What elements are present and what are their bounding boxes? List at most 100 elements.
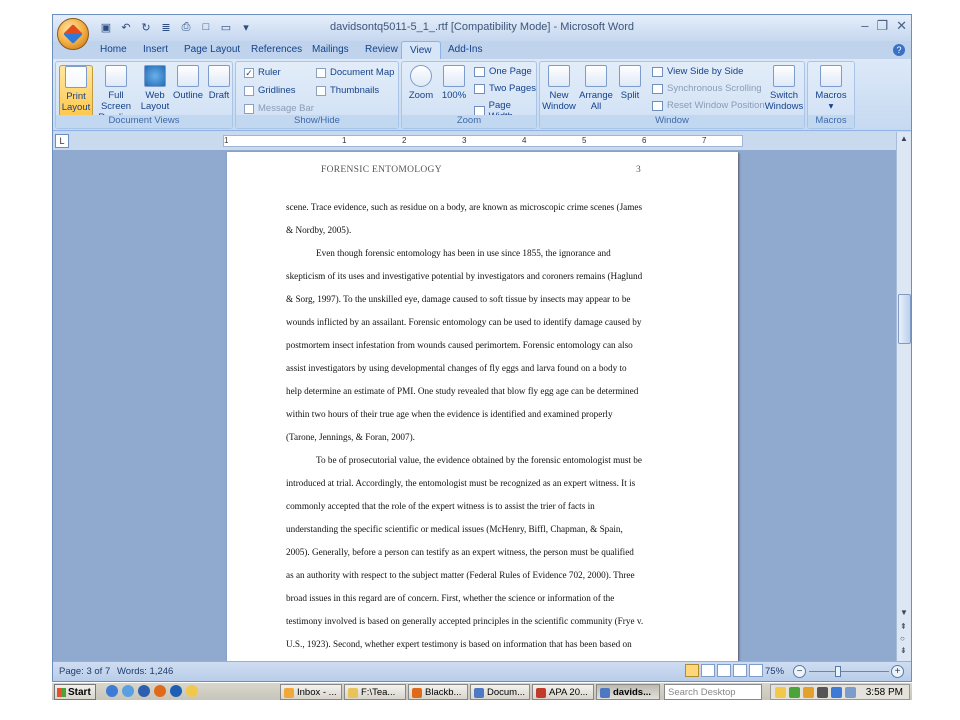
outline-view-icon[interactable]	[733, 664, 747, 677]
tab-selector-button[interactable]: L	[55, 134, 69, 148]
document-line: understanding the specific scientific or…	[286, 524, 623, 534]
pdf-icon	[536, 688, 546, 698]
tray-icon[interactable]	[775, 687, 786, 698]
scroll-up-icon[interactable]: ▲	[900, 134, 908, 143]
ruler-number: 7	[702, 136, 707, 145]
outline-button[interactable]: Outline	[172, 65, 204, 101]
vertical-scrollbar[interactable]: ▲ ▼ ⇞ ○ ⇟	[896, 132, 911, 662]
minimize-button[interactable]: –	[861, 18, 868, 34]
start-button[interactable]: Start	[54, 684, 96, 700]
restore-button[interactable]: ❐	[876, 18, 888, 34]
full-screen-view-icon[interactable]	[701, 664, 715, 677]
document-body[interactable]: scene. Trace evidence, such as residue o…	[286, 200, 681, 662]
print-layout-button[interactable]: Print Layout	[59, 65, 93, 117]
taskbar-item-blackboard[interactable]: Blackb...	[408, 684, 468, 700]
office-button[interactable]	[57, 18, 89, 50]
zoom-out-icon[interactable]: −	[793, 665, 806, 678]
web-layout-label-1: Web	[145, 90, 165, 101]
document-line: commonly accepted that the role of the e…	[286, 501, 595, 511]
task-label: F:\Tea...	[361, 687, 396, 698]
macros-button[interactable]: Macros ▾	[812, 65, 850, 112]
draft-button[interactable]: Draft	[206, 65, 232, 101]
tray-icon[interactable]	[817, 687, 828, 698]
new-window-icon	[548, 65, 570, 87]
gridlines-checkbox[interactable]: Gridlines	[244, 85, 296, 96]
zoom-100-button[interactable]: 100%	[440, 65, 468, 101]
message-bar-checkbox[interactable]: Message Bar	[244, 103, 314, 114]
speaker-icon[interactable]	[845, 687, 856, 698]
quick-launch-icon[interactable]	[122, 685, 134, 697]
tab-add-ins[interactable]: Add-Ins	[448, 44, 482, 55]
two-pages-button[interactable]: Two Pages	[474, 83, 536, 94]
thumbnails-checkbox[interactable]: Thumbnails	[316, 85, 379, 96]
zoom-slider-track[interactable]	[809, 671, 889, 672]
quick-launch-icon[interactable]	[138, 685, 150, 697]
running-header-page-number: 3	[636, 165, 641, 175]
word-count-status[interactable]: Words: 1,246	[117, 666, 173, 677]
tab-insert[interactable]: Insert	[143, 44, 168, 55]
horizontal-ruler[interactable]: 1 1 2 3 4 5 6 7	[223, 135, 743, 147]
taskbar-item-inbox[interactable]: Inbox - ...	[280, 684, 342, 700]
tray-icon[interactable]	[789, 687, 800, 698]
tray-icon[interactable]	[831, 687, 842, 698]
synchronous-scrolling-button[interactable]: Synchronous Scrolling	[652, 83, 762, 94]
firefox-icon[interactable]	[154, 685, 166, 697]
page-count-status[interactable]: Page: 3 of 7	[59, 666, 110, 677]
taskbar-item-davidson[interactable]: davids...	[596, 684, 660, 700]
print-layout-view-icon[interactable]	[685, 664, 699, 677]
draft-view-icon[interactable]	[749, 664, 763, 677]
zoom-in-icon[interactable]: +	[891, 665, 904, 678]
next-page-icon[interactable]: ⇟	[900, 646, 907, 655]
document-page[interactable]: FORENSIC ENTOMOLOGY 3 scene. Trace evide…	[227, 152, 738, 662]
outline-icon	[177, 65, 199, 87]
close-button[interactable]: ✕	[896, 18, 907, 34]
ruler-number: 2	[402, 136, 407, 145]
clock[interactable]: 3:58 PM	[866, 687, 903, 698]
taskbar-item-folder[interactable]: F:\Tea...	[344, 684, 406, 700]
tab-review[interactable]: Review	[365, 44, 398, 55]
quick-launch-icon[interactable]	[106, 685, 118, 697]
two-pages-icon	[474, 83, 485, 94]
document-map-checkbox[interactable]: Document Map	[316, 67, 394, 78]
tray-icon[interactable]	[803, 687, 814, 698]
macros-icon	[820, 65, 842, 87]
title-bar: ▣ ↶ ↻ ≣ ⎙ □ ▭ ▾ davidsontq5011-5_1_.rtf …	[53, 15, 911, 41]
tab-home[interactable]: Home	[100, 44, 127, 55]
search-desktop-input[interactable]: Search Desktop	[664, 684, 762, 700]
previous-page-icon[interactable]: ⇞	[900, 622, 907, 631]
reset-window-label: Reset Window Position	[667, 100, 765, 111]
new-window-label-2: Window	[542, 101, 576, 112]
taskbar-item-document[interactable]: Docum...	[470, 684, 530, 700]
reset-window-position-button[interactable]: Reset Window Position	[652, 100, 765, 111]
taskbar-item-apa[interactable]: APA 20...	[532, 684, 594, 700]
one-page-button[interactable]: One Page	[474, 66, 532, 77]
zoom-slider-handle[interactable]	[835, 666, 841, 677]
zoom-level[interactable]: 75%	[765, 666, 784, 677]
tab-references[interactable]: References	[251, 44, 302, 55]
help-icon[interactable]: ?	[893, 44, 905, 56]
ruler-checkbox[interactable]: ✓ Ruler	[244, 67, 281, 78]
new-window-button[interactable]: New Window	[542, 65, 576, 112]
macros-group-label: Macros	[808, 115, 854, 128]
zoom-button[interactable]: Zoom	[406, 65, 436, 101]
web-layout-view-icon[interactable]	[717, 664, 731, 677]
tab-view[interactable]: View	[401, 41, 441, 60]
quick-launch-icon[interactable]	[186, 685, 198, 697]
task-label: Inbox - ...	[297, 687, 337, 698]
view-side-by-side-button[interactable]: View Side by Side	[652, 66, 743, 77]
web-layout-button[interactable]: Web Layout	[140, 65, 170, 112]
document-area: FORENSIC ENTOMOLOGY 3 scene. Trace evide…	[53, 150, 896, 662]
scroll-thumb[interactable]	[898, 294, 911, 344]
arrange-all-button[interactable]: Arrange All	[578, 65, 614, 112]
split-icon	[619, 65, 641, 87]
side-by-side-icon	[652, 66, 663, 77]
split-button[interactable]: Split	[617, 65, 643, 101]
tab-page-layout[interactable]: Page Layout	[184, 44, 240, 55]
select-browse-object-icon[interactable]: ○	[900, 634, 905, 643]
ribbon: Print Layout Full Screen Reading Web Lay…	[53, 59, 911, 131]
quick-launch-icon[interactable]	[170, 685, 182, 697]
tab-mailings[interactable]: Mailings	[312, 44, 349, 55]
outline-label: Outline	[172, 90, 204, 101]
mail-icon	[284, 688, 294, 698]
scroll-down-icon[interactable]: ▼	[900, 608, 908, 617]
